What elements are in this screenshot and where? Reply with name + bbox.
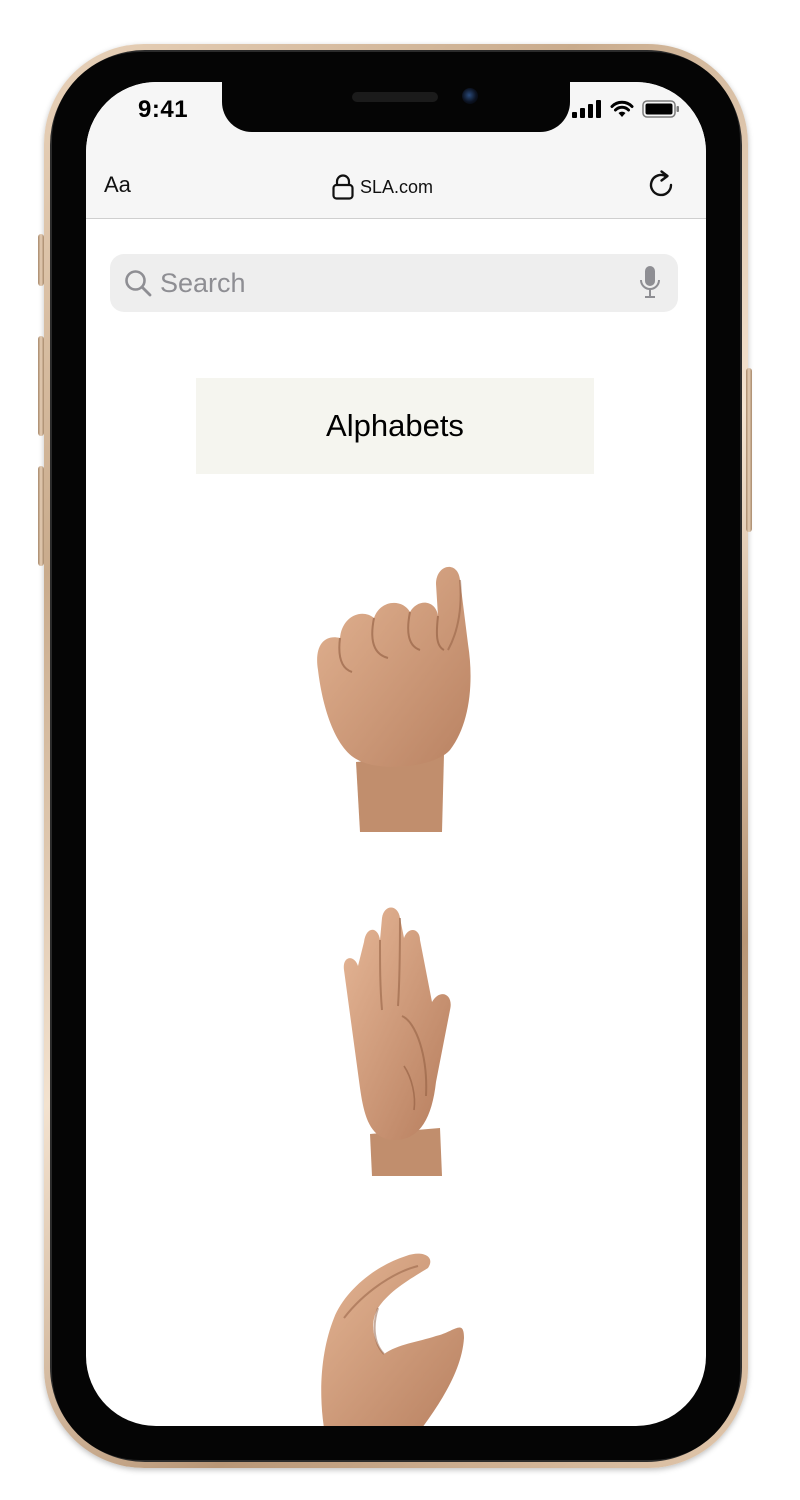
mute-switch	[38, 234, 44, 286]
notch	[222, 82, 570, 132]
alphabets-heading-box[interactable]: Alphabets	[196, 378, 594, 474]
sign-b-flat-hand-image[interactable]	[336, 906, 460, 1178]
battery-icon	[642, 100, 679, 118]
text-size-button[interactable]: Aa	[104, 172, 131, 198]
lock-icon	[332, 174, 354, 200]
wifi-icon	[610, 100, 634, 117]
stage: 9:41 Aa SLA.com Search Alphabets	[0, 0, 800, 1500]
page-title: Alphabets	[326, 408, 464, 443]
browser-address-bar: Aa SLA.com	[86, 142, 706, 219]
status-icons	[572, 100, 680, 118]
volume-up-button	[38, 336, 44, 436]
search-input[interactable]: Search	[160, 268, 246, 299]
front-camera	[462, 88, 478, 104]
microphone-icon[interactable]	[638, 265, 662, 301]
speaker-grille	[352, 92, 438, 102]
url-field[interactable]: SLA.com	[332, 174, 433, 200]
search-bar[interactable]: Search	[110, 254, 678, 312]
reload-icon[interactable]	[644, 168, 678, 202]
sign-a-fist-image[interactable]	[310, 554, 480, 834]
volume-down-button	[38, 466, 44, 566]
url-text: SLA.com	[360, 176, 434, 197]
status-time: 9:41	[138, 96, 189, 123]
phone-screen: 9:41 Aa SLA.com Search Alphabets	[86, 82, 706, 1426]
cellular-signal-icon	[572, 100, 601, 118]
search-icon	[125, 270, 152, 297]
power-button	[746, 368, 752, 532]
sign-c-curved-hand-image[interactable]	[314, 1248, 484, 1426]
